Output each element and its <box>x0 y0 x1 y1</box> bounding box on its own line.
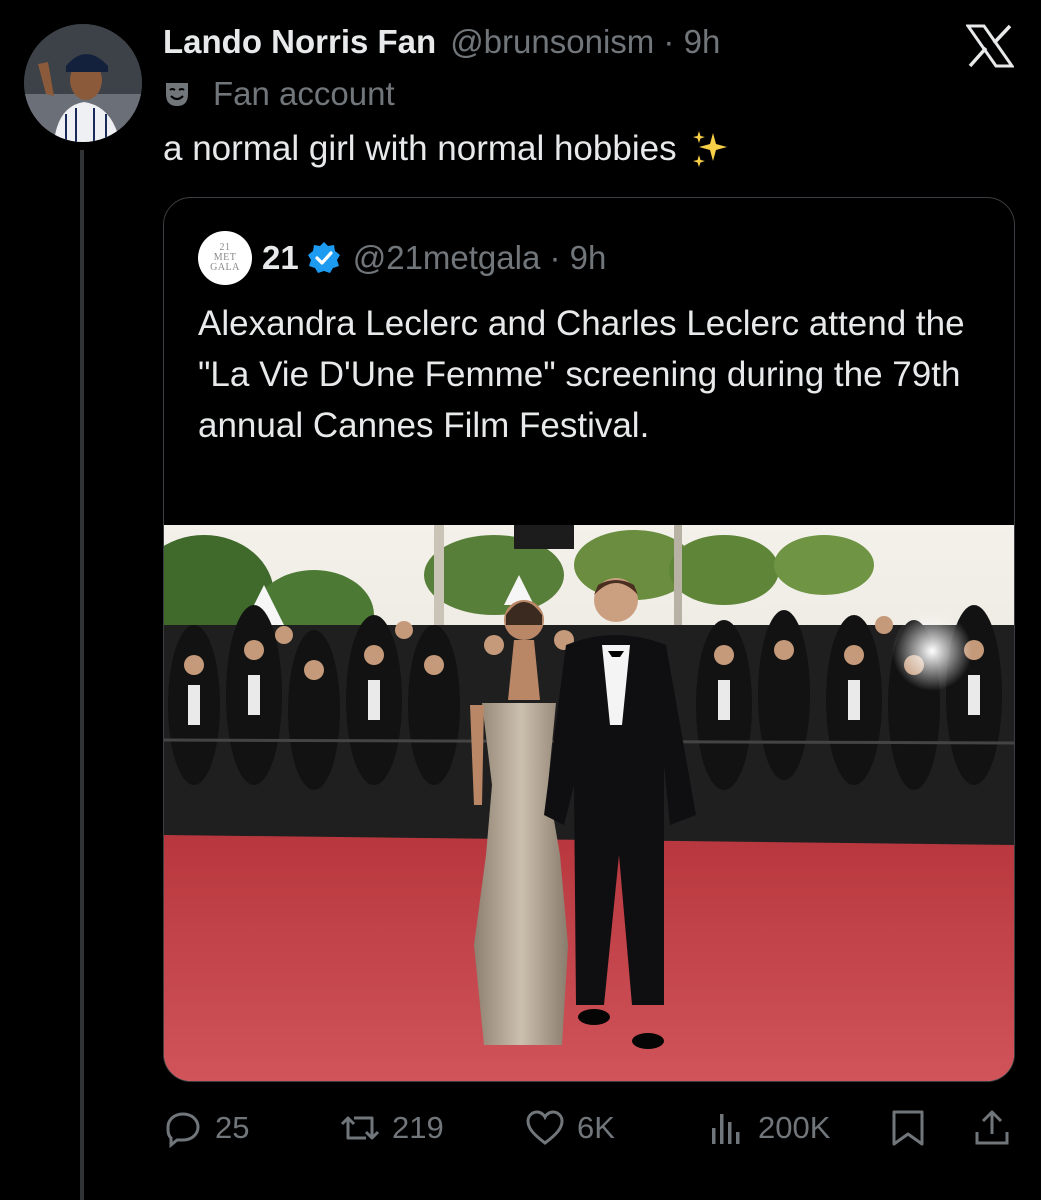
repost-icon <box>340 1116 380 1140</box>
share-button[interactable] <box>972 1108 1024 1148</box>
quoted-avatar-line: GALA <box>210 262 240 273</box>
verified-badge-icon <box>307 242 340 273</box>
quoted-time[interactable]: 9h <box>570 239 607 276</box>
tweet-time[interactable]: 9h <box>684 23 721 60</box>
quoted-tweet[interactable]: 21 MET GALA 21 @21metgala · 9h Alexandra… <box>163 197 1015 1082</box>
quoted-photo[interactable] <box>164 525 1014 1081</box>
quoted-handle-time: @21metgala · 9h <box>353 239 607 277</box>
bookmark-button[interactable] <box>888 1108 940 1148</box>
reply-icon <box>166 1112 200 1148</box>
account-label[interactable]: Fan account <box>163 75 395 113</box>
reply-button[interactable]: 25 <box>163 1108 249 1148</box>
separator-dot: · <box>540 239 570 276</box>
repost-button[interactable]: 219 <box>340 1108 444 1148</box>
like-button[interactable]: 6K <box>525 1108 615 1148</box>
author-handle-time: @brunsonism · 9h <box>450 23 720 61</box>
repost-count: 219 <box>392 1110 444 1145</box>
views-button[interactable]: 200K <box>706 1108 830 1148</box>
quoted-header: 21 MET GALA 21 @21metgala · 9h <box>198 230 606 286</box>
account-label-text: Fan account <box>213 75 395 112</box>
quoted-text: Alexandra Leclerc and Charles Leclerc at… <box>198 304 965 445</box>
quoted-author-name[interactable]: 21 <box>262 239 299 277</box>
reply-count: 25 <box>215 1110 250 1145</box>
mask-icon <box>166 83 188 106</box>
sparkles-icon <box>692 131 727 167</box>
action-bar: 25 219 6K 200K <box>0 1100 1041 1160</box>
author-handle[interactable]: @brunsonism <box>450 23 654 60</box>
tweet-text: a normal girl with normal hobbies <box>163 127 733 171</box>
quoted-avatar[interactable]: 21 MET GALA <box>198 231 252 285</box>
bookmark-icon <box>892 1110 924 1146</box>
tweet-header: Lando Norris Fan @brunsonism · 9h <box>163 20 720 64</box>
like-count: 6K <box>577 1110 615 1145</box>
thread-line <box>80 150 84 1200</box>
like-icon <box>526 1110 564 1145</box>
x-logo-icon[interactable] <box>966 24 1014 68</box>
tweet-body: a normal girl with normal hobbies <box>163 129 677 168</box>
author-avatar[interactable] <box>24 24 142 142</box>
share-icon <box>975 1110 1009 1145</box>
views-icon <box>712 1114 740 1144</box>
author-name[interactable]: Lando Norris Fan <box>163 23 436 61</box>
separator-dot: · <box>654 23 684 60</box>
quoted-handle[interactable]: @21metgala <box>353 239 541 276</box>
views-count: 200K <box>758 1110 831 1145</box>
